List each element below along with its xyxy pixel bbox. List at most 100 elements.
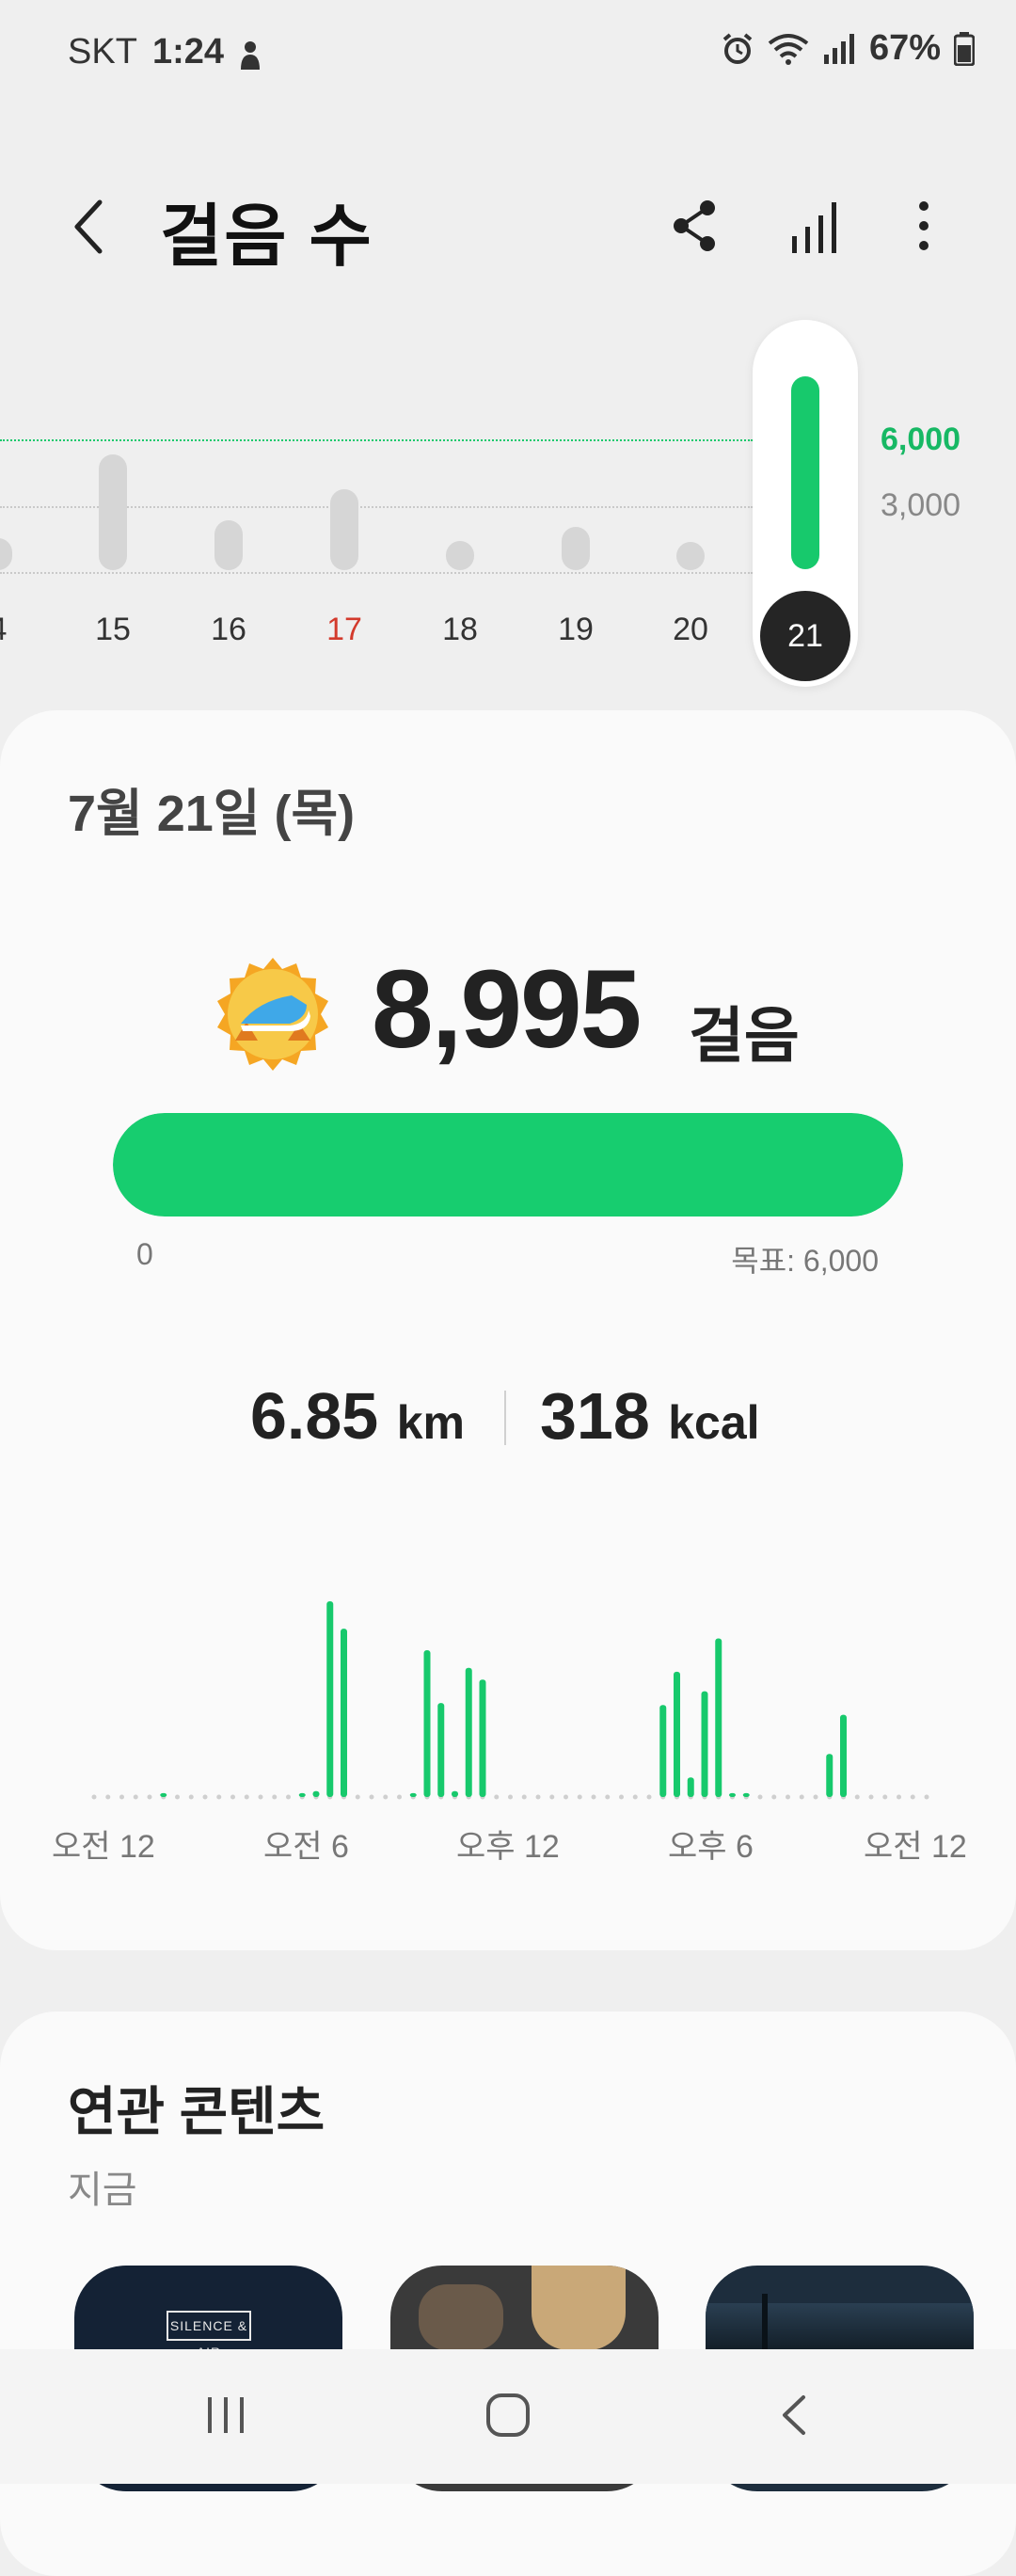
hourly-bar-25 <box>437 1703 445 1797</box>
baseline-dot <box>786 1794 790 1800</box>
baseline-dot <box>924 1794 929 1800</box>
day-label-4[interactable]: 4 <box>0 612 36 648</box>
day-label-18[interactable]: 18 <box>422 612 498 648</box>
distance: 6.85 km <box>250 1378 465 1454</box>
day-bar-17[interactable] <box>330 489 358 570</box>
y-label-6000: 6,000 <box>881 421 961 457</box>
day-bar-15[interactable] <box>99 454 127 570</box>
goal-progress-bar <box>113 1113 903 1216</box>
status-icons: 67% <box>721 28 975 69</box>
day-label-19[interactable]: 19 <box>538 612 613 648</box>
carrier: SKT <box>68 32 137 72</box>
back-nav-icon[interactable] <box>771 2392 818 2439</box>
baseline-dot <box>619 1794 624 1800</box>
status-bar: SKT 1:24 67% <box>0 0 1016 103</box>
distance-unit: km <box>396 1396 465 1449</box>
achievement-badge-icon <box>217 958 328 1071</box>
baseline-dot <box>521 1794 527 1800</box>
selected-day[interactable]: 21 <box>760 591 850 681</box>
x-label-1: 오전 6 <box>263 1829 349 1865</box>
baseline-dot <box>549 1794 555 1800</box>
baseline-dot <box>119 1794 124 1800</box>
goal-progress-fill <box>113 1113 903 1216</box>
hourly-bar-23 <box>409 1792 417 1797</box>
baseline-dot <box>577 1794 582 1800</box>
step-unit: 걸음 <box>689 1002 800 1070</box>
wifi-icon <box>768 33 809 65</box>
baseline-dot <box>383 1794 389 1800</box>
hourly-bar-42 <box>674 1671 680 1797</box>
progress-min-label: 0 <box>136 1237 153 1271</box>
baseline-dot <box>286 1794 291 1800</box>
calories-unit: kcal <box>668 1396 760 1449</box>
day-bar-16[interactable] <box>214 520 243 570</box>
baseline-dot <box>369 1794 374 1800</box>
calories: 318 kcal <box>540 1378 760 1454</box>
battery-percent: 67% <box>868 28 941 68</box>
baseline-dot <box>188 1794 194 1800</box>
baseline-dot <box>494 1794 500 1800</box>
hourly-bar-27 <box>465 1667 472 1797</box>
related-title: 연관 콘텐츠 <box>68 2082 325 2141</box>
related-subtitle: 지금 <box>68 2170 137 2211</box>
hourly-bar-43 <box>687 1777 694 1797</box>
more-icon[interactable] <box>896 193 952 259</box>
thumbnail-1-title: SILENCE & AIR <box>167 2311 251 2360</box>
weekly-chart[interactable]: 21 6,000 3,000 4 15 16 17 18 19 20 <box>0 320 1016 696</box>
hourly-bar-45 <box>715 1638 722 1797</box>
day-bar-19[interactable] <box>562 527 590 570</box>
x-label-2: 오후 12 <box>456 1829 560 1865</box>
baseline-dot <box>564 1794 568 1800</box>
baseline-dot <box>133 1794 138 1800</box>
baseline-dot <box>355 1794 360 1800</box>
baseline-dot <box>272 1794 278 1800</box>
baseline-dot <box>105 1794 111 1800</box>
share-icon[interactable] <box>666 193 722 259</box>
baseline-dot <box>868 1794 874 1800</box>
day-bar-4[interactable] <box>0 538 12 570</box>
hourly-bar-24 <box>423 1650 431 1797</box>
thumbnail-2-figure <box>532 2266 626 2350</box>
baseline-dot <box>605 1794 611 1800</box>
baseline-dot <box>258 1794 263 1800</box>
baseline-dot <box>813 1794 818 1800</box>
calories-value: 318 <box>540 1379 650 1453</box>
distance-value: 6.85 <box>250 1379 379 1453</box>
baseline-dot <box>882 1794 888 1800</box>
step-count: 8,995 <box>372 947 642 1072</box>
hourly-bar-28 <box>479 1679 486 1797</box>
day-bar-20[interactable] <box>676 542 705 570</box>
chart-icon[interactable] <box>786 193 843 259</box>
baseline-dot <box>397 1794 402 1800</box>
baseline-dot <box>910 1794 915 1800</box>
grid-line-0 <box>0 572 753 574</box>
baseline-dot <box>175 1794 180 1800</box>
baseline-dot <box>632 1794 638 1800</box>
baseline-dot <box>202 1794 208 1800</box>
day-label-16[interactable]: 16 <box>191 612 266 648</box>
hourly-bar-47 <box>742 1792 750 1797</box>
hourly-bar-41 <box>659 1705 667 1797</box>
hourly-bar-44 <box>701 1691 708 1797</box>
baseline-dot <box>508 1794 513 1800</box>
baseline-dot <box>244 1794 249 1800</box>
hourly-bar-5 <box>160 1792 167 1797</box>
day-label-20[interactable]: 20 <box>653 612 728 648</box>
page-title: 걸음 수 <box>160 199 373 275</box>
baseline-dot <box>147 1794 152 1800</box>
day-label-15[interactable]: 15 <box>75 612 151 648</box>
back-icon[interactable] <box>66 193 113 259</box>
baseline-dot <box>799 1794 804 1800</box>
home-icon[interactable] <box>484 2392 532 2439</box>
person-icon <box>241 41 260 70</box>
baseline-dot <box>230 1794 235 1800</box>
battery-icon <box>954 31 975 66</box>
baseline-dot <box>771 1794 777 1800</box>
day-bar-18[interactable] <box>446 541 474 570</box>
recents-icon[interactable] <box>202 2392 249 2439</box>
day-label-17[interactable]: 17 <box>307 612 382 648</box>
hourly-bar-46 <box>729 1792 736 1797</box>
signal-icon <box>823 33 854 64</box>
x-label-4: 오전 12 <box>864 1829 967 1865</box>
hourly-bar-54 <box>840 1714 847 1797</box>
